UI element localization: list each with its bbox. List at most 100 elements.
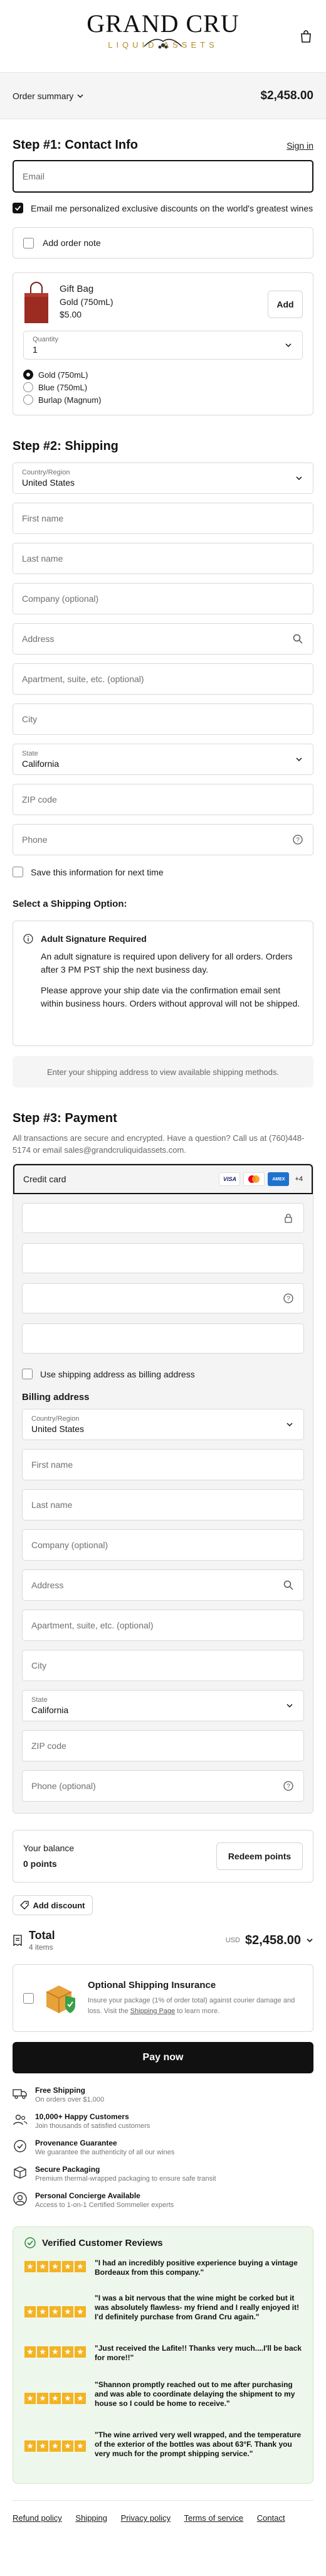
trust-subtitle: Premium thermal-wrapped packaging to ens… [35,2175,216,2183]
state-value: California [31,1705,69,1715]
add-discount-label: Add discount [33,1900,85,1910]
apartment-field[interactable]: Apartment, suite, etc. (optional) [13,663,313,695]
quantity-select[interactable]: Quantity 1 [23,331,303,360]
total-row[interactable]: Total 4 items USD $2,458.00 [13,1927,313,1954]
star-icon: ★ [37,2306,48,2317]
insurance-title: Optional Shipping Insurance [88,1980,216,1991]
five-star-rating: ★ ★ ★ ★ ★ [24,2440,86,2452]
pay-now-button[interactable]: Pay now [13,2042,313,2073]
radio-burlap[interactable] [23,395,33,405]
sign-in-link[interactable]: Sign in [287,141,313,151]
brand-logo[interactable]: GRAND CRU LIQUID ASSETS [0,11,326,50]
star-icon: ★ [37,2393,48,2404]
billing-zip-field[interactable]: ZIP code [22,1730,304,1761]
star-icon: ★ [24,2393,36,2404]
radio-gold[interactable] [23,370,33,380]
country-select[interactable]: Country/Region United States [13,462,313,494]
shopping-bag-icon[interactable] [298,29,313,44]
terms-of-service-link[interactable]: Terms of service [184,2513,244,2523]
contact-link[interactable]: Contact [257,2513,285,2523]
trust-subtitle: On orders over $1,000 [35,2096,105,2103]
add-discount-button[interactable]: Add discount [13,1895,93,1915]
total-items: 4 items [29,1943,53,1952]
use-shipping-toggle[interactable]: Use shipping address as billing address [22,1369,304,1379]
company-placeholder: Company (optional) [31,1540,108,1550]
amex-icon: AMEX [268,1172,290,1186]
star-icon: ★ [75,2393,86,2404]
security-code-field[interactable]: ? [22,1283,304,1313]
last-name-field[interactable]: Last name [13,543,313,574]
first-name-field[interactable]: First name [13,503,313,534]
option-gold[interactable]: Gold (750mL) [23,368,303,381]
total-label: Total [29,1929,55,1942]
star-icon: ★ [62,2440,73,2452]
shipping-link[interactable]: Shipping [75,2513,107,2523]
billing-address-field[interactable]: Address [22,1569,304,1601]
card-number-field[interactable] [22,1203,304,1233]
refund-policy-link[interactable]: Refund policy [13,2513,62,2523]
billing-state-select[interactable]: State California [22,1690,304,1721]
billing-phone-field[interactable]: Phone (optional) ? [22,1770,304,1802]
privacy-policy-link[interactable]: Privacy policy [121,2513,171,2523]
name-on-card-field[interactable] [22,1323,304,1354]
option-blue[interactable]: Blue (750mL) [23,381,303,393]
trust-item: Provenance Guarantee We guarantee the aut… [13,2139,313,2165]
expiration-field[interactable] [22,1243,304,1273]
five-star-rating: ★ ★ ★ ★ ★ [24,2261,86,2272]
billing-company-field[interactable]: Company (optional) [22,1529,304,1561]
zip-field[interactable]: ZIP code [13,784,313,815]
order-summary-bar[interactable]: Order summary $2,458.00 [0,73,326,119]
truck-icon [13,2089,27,2099]
marketing-label: Email me personalized exclusive discount… [31,203,313,213]
gift-bag-name: Gift Bag [60,284,94,294]
state-select[interactable]: State California [13,744,313,775]
star-icon: ★ [62,2306,73,2317]
order-note-toggle[interactable]: Add order note [13,227,313,259]
marketing-opt-in[interactable]: Email me personalized exclusive discount… [13,203,313,215]
shipping-page-link[interactable]: Shipping Page [130,2007,176,2015]
help-icon[interactable]: ? [283,1781,293,1791]
address-field[interactable]: Address [13,623,313,655]
address-placeholder: Address [31,1580,64,1590]
help-icon[interactable]: ? [293,835,303,845]
email-field[interactable]: Email [13,160,313,193]
chevron-down-icon [77,94,83,98]
balance-label: Your balance [23,1843,75,1853]
billing-first-name-field[interactable]: First name [22,1449,304,1480]
shipping-methods-placeholder: Enter your shipping address to view avai… [13,1056,313,1088]
marketing-checkbox[interactable] [13,203,23,213]
zip-placeholder: ZIP code [22,794,57,804]
order-note-checkbox[interactable] [23,237,34,249]
apartment-placeholder: Apartment, suite, etc. (optional) [31,1620,154,1630]
credit-card-option[interactable]: Credit card VISA AMEX +4 [13,1164,313,1194]
use-shipping-checkbox[interactable] [22,1369,33,1379]
payment-subtitle: All transactions are secure and encrypte… [13,1133,305,1155]
review-text: "Just received the Lafite!! Thanks very … [95,2344,302,2362]
add-gift-bag-button[interactable]: Add [268,291,303,318]
mastercard-icon [243,1172,265,1186]
phone-placeholder: Phone [22,835,48,845]
city-field[interactable]: City [13,703,313,735]
gift-bag-price: $5.00 [60,309,82,319]
save-info-checkbox[interactable] [13,867,23,877]
header: GRAND CRU LIQUID ASSETS [0,0,326,73]
help-icon[interactable]: ? [283,1293,293,1303]
trust-item: Secure Packaging Premium thermal-wrapped … [13,2165,313,2191]
save-info-toggle[interactable]: Save this information for next time [13,867,313,877]
billing-last-name-field[interactable]: Last name [22,1489,304,1520]
chevron-down-icon [307,1938,313,1943]
redeem-points-button[interactable]: Redeem points [216,1842,303,1870]
country-value: United States [31,1424,85,1434]
gift-bag-image [24,282,48,323]
billing-apartment-field[interactable]: Apartment, suite, etc. (optional) [22,1610,304,1641]
billing-country-select[interactable]: Country/Region United States [22,1409,304,1440]
shipping-insurance-card[interactable]: Optional Shipping Insurance Insure your … [13,1964,313,2032]
insurance-checkbox[interactable] [23,1992,34,2004]
quantity-label: Quantity [33,336,58,343]
billing-city-field[interactable]: City [22,1650,304,1681]
chevron-down-icon [287,1423,293,1427]
radio-blue[interactable] [23,382,33,392]
phone-field[interactable]: Phone ? [13,824,313,855]
option-burlap[interactable]: Burlap (Magnum) [23,393,303,406]
company-field[interactable]: Company (optional) [13,583,313,614]
